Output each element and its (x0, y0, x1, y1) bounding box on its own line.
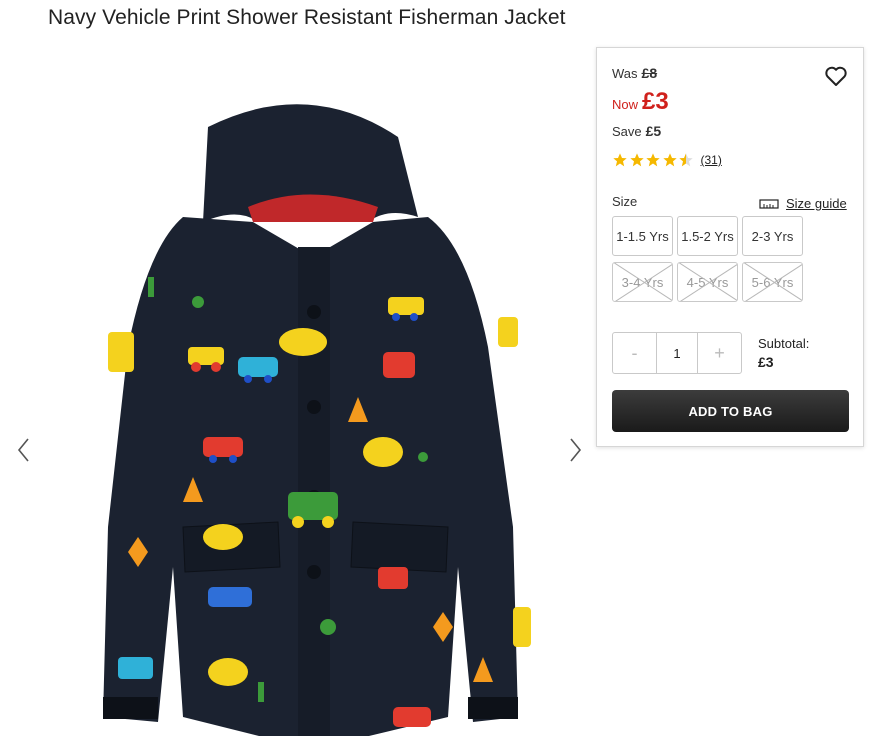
size-guide-label: Size guide (786, 196, 847, 211)
save-row: Save £5 (612, 123, 661, 139)
star-half-icon (679, 153, 693, 167)
review-count-link[interactable]: (31) (701, 153, 722, 167)
size-option-unavailable: 4-5 Yrs (677, 262, 738, 302)
size-label: Size (612, 194, 638, 209)
product-title: Navy Vehicle Print Shower Resistant Fish… (48, 6, 566, 29)
ruler-icon (759, 198, 779, 209)
quantity-input[interactable]: 1 (656, 333, 698, 373)
previous-image-arrow-icon[interactable] (14, 435, 34, 465)
star-full-icon (613, 153, 627, 167)
product-image-gallery (0, 45, 595, 736)
subtotal-label: Subtotal: (758, 336, 810, 351)
now-label: Now (612, 97, 639, 112)
size-option[interactable]: 1.5-2 Yrs (677, 216, 738, 256)
size-option[interactable]: 2-3 Yrs (742, 216, 803, 256)
save-label: Save (612, 124, 642, 139)
now-price: £3 (642, 88, 669, 115)
product-image-jacket[interactable] (88, 97, 538, 736)
quantity-decrease-button[interactable]: - (613, 333, 656, 373)
now-price-row: Now £3 (612, 88, 669, 116)
save-amount: £5 (645, 123, 662, 139)
purchase-panel: Was £8 Now £3 Save £5 (31) Size Size guide … (596, 47, 864, 447)
size-option-unavailable: 5-6 Yrs (742, 262, 803, 302)
size-option-unavailable: 3-4 Yrs (612, 262, 673, 302)
subtotal-value: £3 (758, 354, 774, 370)
quantity-increase-button[interactable]: + (698, 333, 741, 373)
size-option[interactable]: 1-1.5 Yrs (612, 216, 673, 256)
size-guide-link[interactable]: Size guide (759, 196, 847, 211)
was-price-row: Was £8 (612, 65, 657, 81)
star-full-icon (629, 153, 644, 167)
quantity-stepper: - 1 + (612, 332, 742, 374)
star-full-icon (662, 153, 677, 167)
add-to-bag-button[interactable]: ADD TO BAG (612, 390, 849, 432)
was-price: £8 (641, 65, 658, 81)
subtotal: Subtotal: £3 (758, 335, 809, 371)
next-image-arrow-icon[interactable] (565, 435, 585, 465)
rating-stars[interactable]: (31) (612, 152, 722, 168)
wishlist-heart-icon[interactable] (823, 63, 849, 89)
star-full-icon (646, 153, 660, 167)
was-label: Was (612, 66, 638, 81)
